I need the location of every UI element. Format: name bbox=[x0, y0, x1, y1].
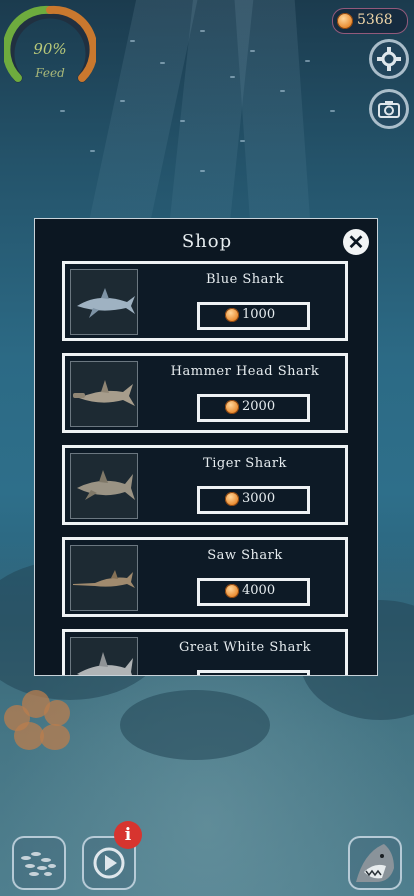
fish-school-icon bbox=[21, 852, 56, 876]
shark-button[interactable] bbox=[348, 836, 402, 890]
camera-icon bbox=[378, 101, 400, 118]
saw-shark-icon bbox=[73, 570, 135, 588]
blue-shark-icon bbox=[77, 288, 135, 318]
item-name: Great White Shark bbox=[179, 640, 311, 655]
item-name: Hammer Head Shark bbox=[170, 364, 320, 379]
shark-thumbnail bbox=[70, 361, 138, 427]
shop-title: Shop bbox=[181, 231, 233, 252]
buy-button[interactable]: 1000 bbox=[197, 302, 310, 330]
item-name: Saw Shark bbox=[207, 548, 283, 563]
tiger-shark-icon bbox=[77, 470, 135, 500]
item-price: 2000 bbox=[242, 399, 276, 414]
feed-gauge: 90% Feed bbox=[2, 4, 98, 90]
settings-button[interactable] bbox=[369, 39, 409, 79]
coin-icon bbox=[225, 584, 239, 598]
item-price: 1000 bbox=[242, 307, 276, 322]
item-name: Tiger Shark bbox=[203, 456, 287, 471]
info-icon[interactable]: i bbox=[114, 821, 142, 849]
close-icon: ✕ bbox=[347, 230, 365, 254]
shop-item[interactable]: Great White Shark bbox=[62, 629, 348, 675]
feed-percent: 90% bbox=[33, 40, 67, 58]
buy-button[interactable]: 4000 bbox=[197, 578, 310, 606]
item-price: 3000 bbox=[242, 491, 276, 506]
shark-thumbnail bbox=[70, 637, 138, 675]
feed-label: Feed bbox=[35, 66, 65, 80]
shop-item[interactable]: Hammer Head Shark 2000 bbox=[62, 353, 348, 433]
item-name: Blue Shark bbox=[205, 272, 285, 287]
shop-item[interactable]: Tiger Shark 3000 bbox=[62, 445, 348, 525]
coin-icon bbox=[225, 400, 239, 414]
hammerhead-shark-icon bbox=[73, 380, 135, 406]
buy-button[interactable]: 3000 bbox=[197, 486, 310, 514]
coin-icon bbox=[337, 13, 353, 29]
close-button[interactable]: ✕ bbox=[343, 229, 369, 255]
shop-dialog: Shop ✕ Blue Shark 1000 Hammer Head Shark… bbox=[34, 218, 378, 676]
shop-item[interactable]: Saw Shark 4000 bbox=[62, 537, 348, 617]
fish-school-button[interactable] bbox=[12, 836, 66, 890]
shark-icon bbox=[356, 844, 394, 882]
coin-icon bbox=[225, 492, 239, 506]
camera-button[interactable] bbox=[369, 89, 409, 129]
buy-button[interactable]: 2000 bbox=[197, 394, 310, 422]
coin-balance: 5368 bbox=[332, 8, 408, 34]
coin-icon bbox=[225, 308, 239, 322]
shark-thumbnail bbox=[70, 545, 138, 611]
shark-thumbnail bbox=[70, 269, 138, 335]
coin-amount: 5368 bbox=[357, 12, 393, 28]
buy-button[interactable] bbox=[197, 670, 310, 675]
great-white-shark-icon bbox=[77, 652, 133, 675]
shark-thumbnail bbox=[70, 453, 138, 519]
shop-item[interactable]: Blue Shark 1000 bbox=[62, 261, 348, 341]
item-price: 4000 bbox=[242, 583, 276, 598]
gear-icon bbox=[377, 47, 401, 71]
